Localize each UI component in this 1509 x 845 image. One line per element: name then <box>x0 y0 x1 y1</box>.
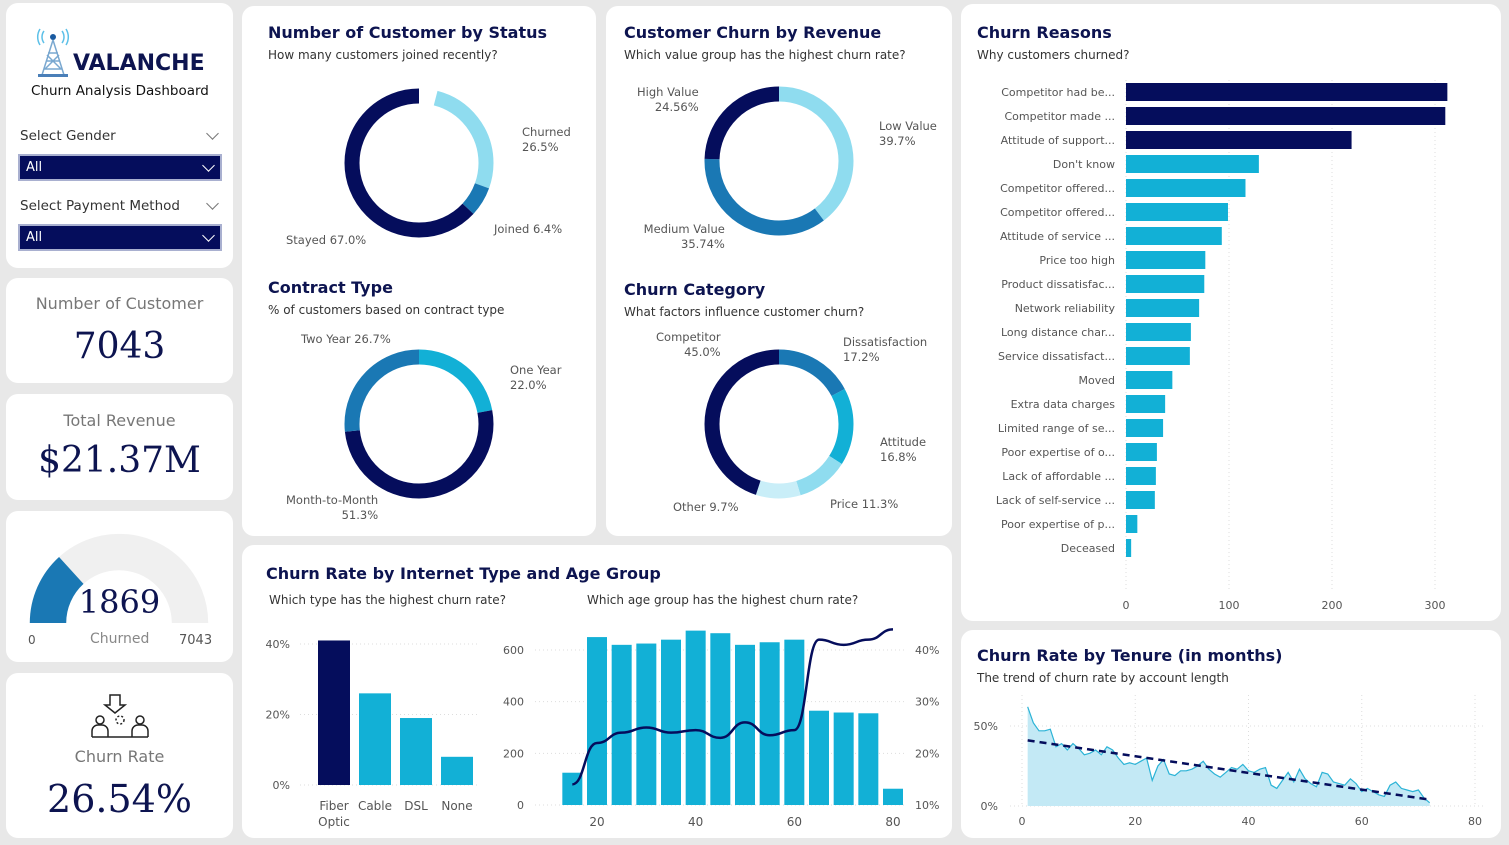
x-tick-label: DSL <box>404 799 428 813</box>
reason-label: Long distance char... <box>1001 326 1115 339</box>
age-bar <box>636 643 657 805</box>
reason-bar <box>1126 443 1157 461</box>
reason-bar <box>1126 131 1352 149</box>
y2-tick-label: 20% <box>915 747 939 760</box>
x-tick-label: 20 <box>589 815 604 829</box>
reason-label: Competitor made ... <box>1005 110 1116 123</box>
reason-label: Lack of affordable ... <box>1002 470 1115 483</box>
x-tick-label: 60 <box>1355 815 1369 828</box>
internet-bar <box>441 756 473 785</box>
internet-bar <box>318 640 350 785</box>
x-tick-label: 100 <box>1219 599 1240 612</box>
reason-label: Don't know <box>1053 158 1115 171</box>
x-tick-label: 300 <box>1425 599 1446 612</box>
reason-label: Limited range of se... <box>998 422 1115 435</box>
reason-bar <box>1126 419 1164 437</box>
reason-label: Product dissatisfac... <box>1001 278 1115 291</box>
reason-bar <box>1126 371 1173 389</box>
reason-label: Extra data charges <box>1011 398 1116 411</box>
tenure-area <box>1027 706 1430 806</box>
reason-bar <box>1126 299 1200 317</box>
reason-label: Attitude of service ... <box>1000 230 1115 243</box>
reason-bar <box>1126 395 1166 413</box>
y-tick-label: 400 <box>503 696 524 709</box>
internet-bar <box>359 693 391 785</box>
y2-tick-label: 40% <box>915 644 939 657</box>
age-bar <box>759 642 780 805</box>
x-tick-label: 0 <box>1019 815 1026 828</box>
y-tick-label: 0 <box>517 799 524 812</box>
x-tick-label: Optic <box>318 815 350 829</box>
reason-bar <box>1126 539 1132 557</box>
reason-bar <box>1126 227 1222 245</box>
age-bar <box>661 639 681 805</box>
age-bar <box>833 712 854 805</box>
age-bar <box>710 633 731 805</box>
y-tick-label: 20% <box>266 709 290 722</box>
age-bar <box>587 637 607 805</box>
reason-bar <box>1126 515 1138 533</box>
reason-label: Competitor offered... <box>1000 206 1115 219</box>
reason-bar <box>1126 203 1228 221</box>
reason-bar <box>1126 155 1259 173</box>
reason-label: Moved <box>1079 374 1115 387</box>
x-tick-label: 0 <box>1123 599 1130 612</box>
internet-bar <box>400 718 432 785</box>
reason-label: Price too high <box>1039 254 1115 267</box>
reason-label: Deceased <box>1061 542 1115 555</box>
reason-label: Network reliability <box>1015 302 1116 315</box>
y-tick-label: 50% <box>974 720 998 733</box>
x-tick-label: 80 <box>1468 815 1482 828</box>
reason-bar <box>1126 83 1448 101</box>
reason-bar <box>1126 275 1205 293</box>
x-tick-label: None <box>441 799 472 813</box>
y2-tick-label: 30% <box>915 696 939 709</box>
reason-bar <box>1126 323 1191 341</box>
reason-bar <box>1126 347 1190 365</box>
x-tick-label: 40 <box>688 815 703 829</box>
reason-label: Service dissatisfact... <box>998 350 1115 363</box>
reason-bar <box>1126 107 1446 125</box>
reason-label: Competitor offered... <box>1000 182 1115 195</box>
reason-label: Lack of self-service ... <box>996 494 1115 507</box>
charts-layer: 0 100 200 300Competitor had be...Competitor… <box>266 80 1485 829</box>
y-tick-label: 40% <box>266 638 290 651</box>
y2-tick-label: 10% <box>915 799 939 812</box>
x-tick-label: 80 <box>885 815 900 829</box>
age-bar <box>883 788 903 805</box>
y-tick-label: 600 <box>503 644 524 657</box>
reason-bar <box>1126 491 1155 509</box>
reason-label: Attitude of support... <box>1001 134 1115 147</box>
y-tick-label: 200 <box>503 747 524 760</box>
age-bar <box>611 644 632 805</box>
age-bar <box>685 630 706 805</box>
x-tick-label: Cable <box>358 799 392 813</box>
reason-label: Poor expertise of o... <box>1001 446 1115 459</box>
reason-bar <box>1126 467 1156 485</box>
y-tick-label: 0% <box>981 800 998 813</box>
reason-bar <box>1126 179 1246 197</box>
age-bar <box>858 713 879 805</box>
x-tick-label: Fiber <box>319 799 348 813</box>
age-bar <box>784 639 805 805</box>
age-bar <box>809 710 829 805</box>
reason-label: Competitor had be... <box>1001 86 1115 99</box>
x-tick-label: 60 <box>787 815 802 829</box>
x-tick-label: 200 <box>1322 599 1343 612</box>
y-tick-label: 0% <box>273 779 290 792</box>
x-tick-label: 20 <box>1128 815 1142 828</box>
reason-label: Poor expertise of p... <box>1001 518 1115 531</box>
reason-bar <box>1126 251 1206 269</box>
x-tick-label: 40 <box>1242 815 1256 828</box>
